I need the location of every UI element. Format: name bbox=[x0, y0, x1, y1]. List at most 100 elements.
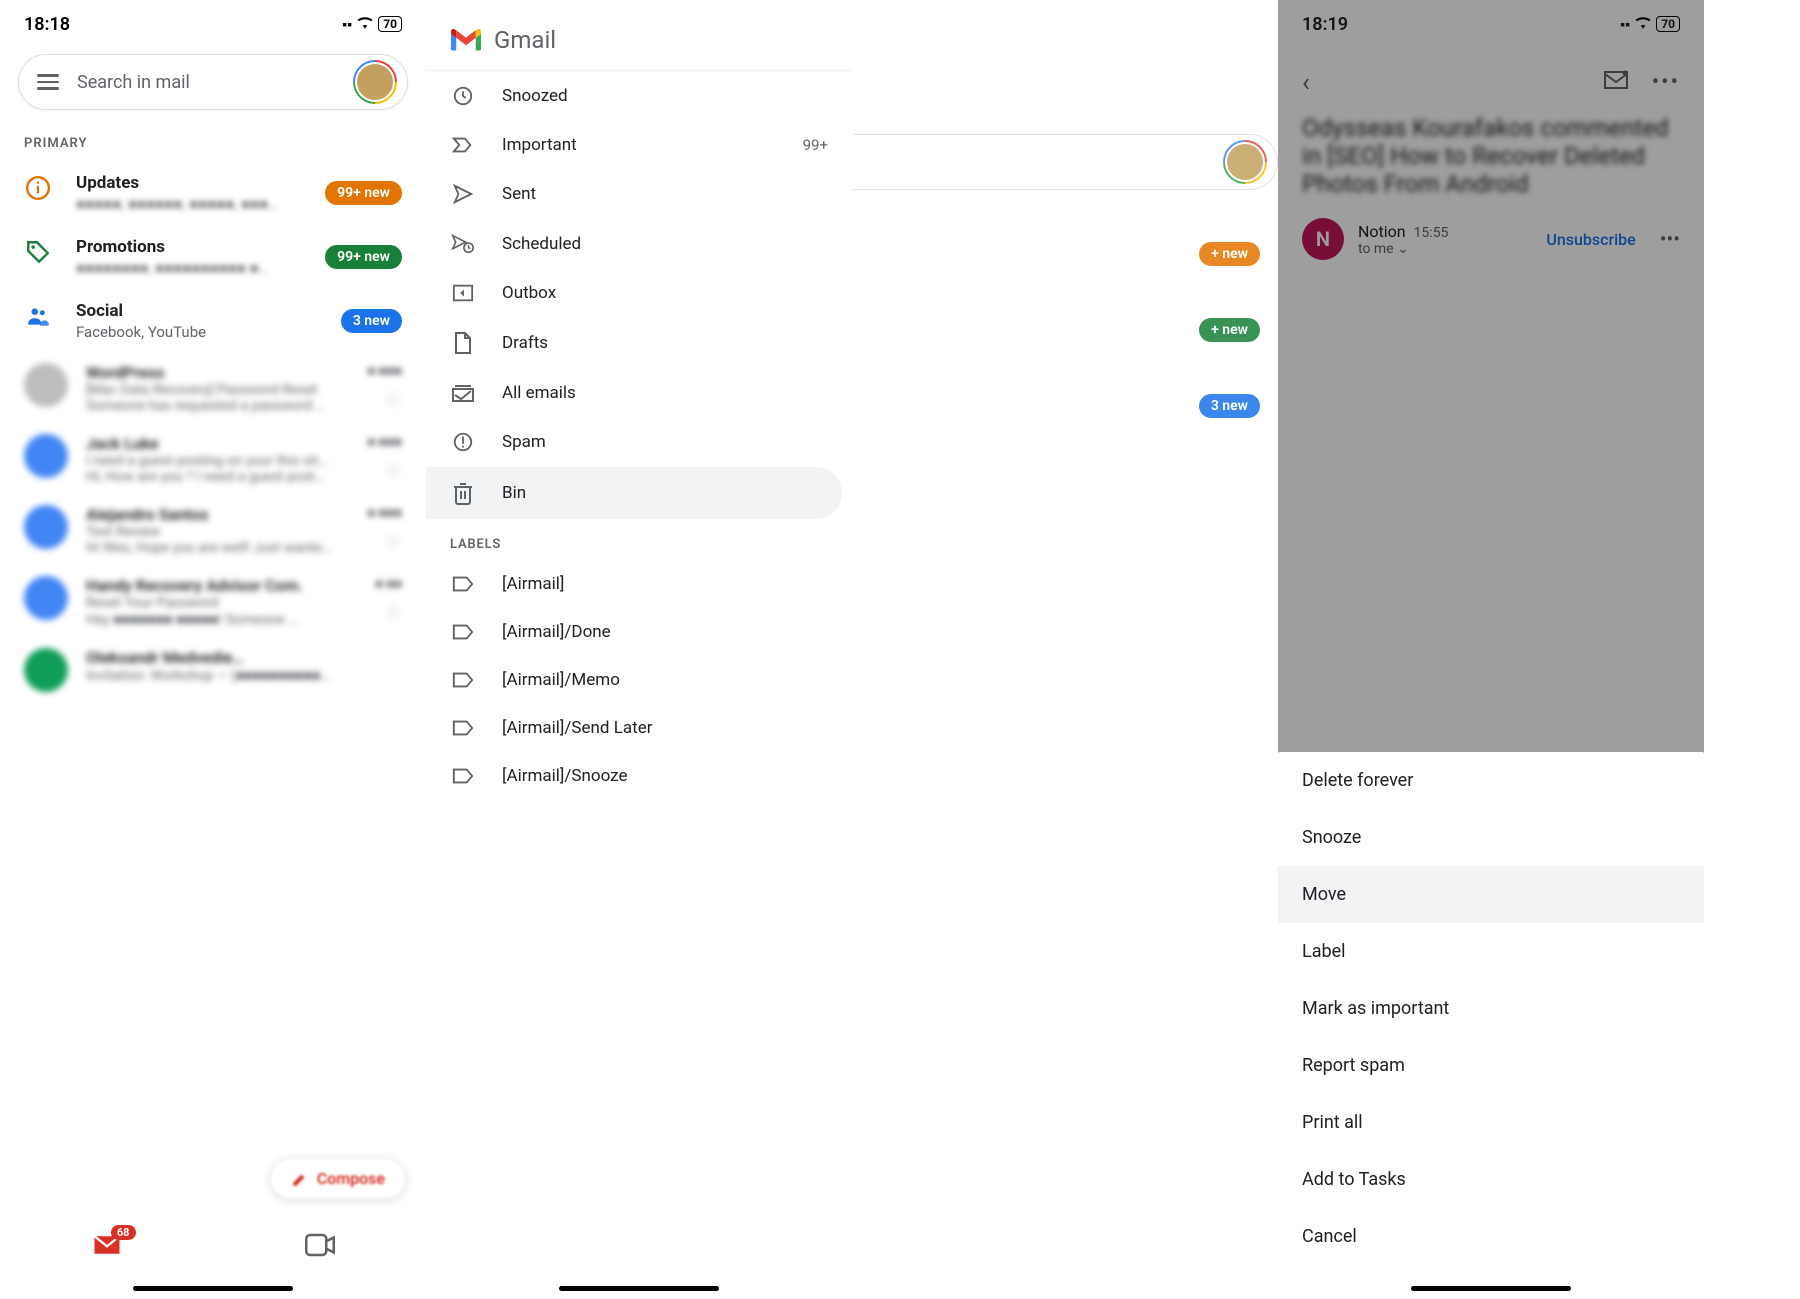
label-icon bbox=[450, 575, 476, 593]
search-bar-partial[interactable] bbox=[852, 134, 1278, 190]
sheet-cancel[interactable]: Cancel bbox=[1278, 1208, 1704, 1265]
drawer-label-text: [Airmail]/Snooze bbox=[502, 766, 628, 786]
drawer-label-text: [Airmail]/Send Later bbox=[502, 718, 652, 738]
schedule-icon bbox=[450, 233, 476, 255]
people-icon bbox=[24, 303, 52, 329]
category-sub: ■■■■■, ■■■■■■, ■■■■■, ■■■… bbox=[76, 195, 301, 213]
mail-count-badge: 68 bbox=[111, 1225, 136, 1240]
badge-updates: 99+ new bbox=[325, 181, 402, 205]
pencil-icon bbox=[291, 1170, 309, 1188]
home-indicator bbox=[559, 1286, 719, 1291]
home-indicator bbox=[133, 1286, 293, 1291]
send-icon bbox=[450, 183, 476, 205]
nav-mail[interactable]: 68 bbox=[92, 1233, 122, 1261]
sheet-move[interactable]: Move bbox=[1278, 866, 1704, 923]
gmail-icon bbox=[448, 26, 484, 54]
sheet-label[interactable]: Label bbox=[1278, 923, 1704, 980]
drawer-label[interactable]: [Airmail]/Done bbox=[426, 608, 852, 656]
sheet-snooze[interactable]: Snooze bbox=[1278, 809, 1704, 866]
category-sub: Facebook, YouTube bbox=[76, 323, 317, 341]
drawer-label[interactable]: [Airmail]/Snooze bbox=[426, 752, 852, 800]
drawer-item-label: Spam bbox=[502, 432, 546, 452]
important-icon bbox=[450, 136, 476, 154]
account-avatar[interactable] bbox=[353, 60, 397, 104]
drawer-item-sent[interactable]: Sent bbox=[426, 169, 852, 219]
home-indicator bbox=[1411, 1286, 1571, 1291]
bottom-nav: 68 bbox=[0, 1225, 426, 1269]
sheet-print-all[interactable]: Print all bbox=[1278, 1094, 1704, 1151]
drawer-label-text: [Airmail]/Memo bbox=[502, 670, 620, 690]
category-updates[interactable]: Updates ■■■■■, ■■■■■■, ■■■■■, ■■■… 99+ n… bbox=[0, 161, 426, 225]
account-avatar[interactable] bbox=[1223, 140, 1267, 184]
drawer-item-label: Drafts bbox=[502, 333, 548, 353]
sheet-report-spam[interactable]: Report spam bbox=[1278, 1037, 1704, 1094]
email-row[interactable]: Jack LukeI need a guest posting on your … bbox=[0, 424, 426, 495]
category-social[interactable]: Social Facebook, YouTube 3 new bbox=[0, 289, 426, 353]
compose-button[interactable]: Compose bbox=[270, 1158, 406, 1199]
drawer-label[interactable]: [Airmail] bbox=[426, 560, 852, 608]
drawer-label[interactable]: [Airmail]/Memo bbox=[426, 656, 852, 704]
drawer-item-important[interactable]: Important 99+ bbox=[426, 121, 852, 169]
email-row[interactable]: Oleksandr Medvedie…Invitation: Workshop … bbox=[0, 638, 426, 702]
sheet-delete-forever[interactable]: Delete forever bbox=[1278, 752, 1704, 809]
drawer-label-text: [Airmail]/Done bbox=[502, 622, 611, 642]
wifi-icon bbox=[356, 15, 374, 33]
status-time: 18:18 bbox=[24, 14, 70, 35]
tag-icon bbox=[24, 239, 52, 265]
badge-partial: + new bbox=[1199, 318, 1260, 342]
drawer-item-drafts[interactable]: Drafts bbox=[426, 317, 852, 369]
category-promotions[interactable]: Promotions ■■■■■■■■, ■■■■■■■■■■ ■… 99+ n… bbox=[0, 225, 426, 289]
battery-icon: 70 bbox=[378, 16, 402, 32]
category-title: Social bbox=[76, 301, 317, 321]
drawer-item-label: Outbox bbox=[502, 283, 556, 303]
outbox-icon bbox=[450, 283, 476, 303]
email-row[interactable]: WordPress[Mac Data Recovery] Password Re… bbox=[0, 353, 426, 424]
gmail-brand: Gmail bbox=[426, 0, 852, 71]
alert-icon bbox=[450, 431, 476, 453]
drawer-item-all-emails[interactable]: All emails bbox=[426, 369, 852, 417]
category-title: Promotions bbox=[76, 237, 301, 257]
stack-icon bbox=[450, 383, 476, 403]
drawer-item-label: All emails bbox=[502, 383, 576, 403]
sheet-add-to-tasks[interactable]: Add to Tasks bbox=[1278, 1151, 1704, 1208]
drawer-label-text: [Airmail] bbox=[502, 574, 564, 594]
drawer-labels-header: LABELS bbox=[426, 519, 852, 560]
status-bar: 18:18 ▪▪ 70 bbox=[0, 0, 426, 48]
label-icon bbox=[450, 623, 476, 641]
email-row[interactable]: Handy Recovery Advisor Com.Reset Your Pa… bbox=[0, 566, 426, 638]
sheet-mark-as-important[interactable]: Mark as important bbox=[1278, 980, 1704, 1037]
label-icon bbox=[450, 671, 476, 689]
drawer-item-label: Scheduled bbox=[502, 234, 581, 254]
panel-drawer: Gmail Snoozed Important 99+ Sent Schedul… bbox=[426, 0, 852, 1299]
panel-email-view: 18:19 ▪▪ 70 ‹ ••• Odysseas Kourafakos co… bbox=[1278, 0, 1704, 1299]
drawer-item-label: Bin bbox=[502, 483, 526, 503]
drawer-label[interactable]: [Airmail]/Send Later bbox=[426, 704, 852, 752]
drawer-item-bin[interactable]: Bin bbox=[426, 467, 842, 519]
drawer-item-count: 99+ bbox=[803, 136, 828, 154]
search-input[interactable]: Search in mail bbox=[77, 72, 353, 93]
category-title: Updates bbox=[76, 173, 301, 193]
drawer-item-label: Snoozed bbox=[502, 86, 568, 106]
panel-inbox: 18:18 ▪▪ 70 Search in mail PRIMARY Updat… bbox=[0, 0, 426, 1299]
gmail-title: Gmail bbox=[494, 26, 556, 54]
panel-behind-drawer: + new + new 3 new 13 Sep ☆ 4 Sep ☆ 3 Sep… bbox=[852, 0, 1278, 1299]
info-icon bbox=[24, 175, 52, 201]
badge-social: 3 new bbox=[341, 309, 402, 333]
drawer-item-snoozed[interactable]: Snoozed bbox=[426, 71, 852, 121]
drawer-item-outbox[interactable]: Outbox bbox=[426, 269, 852, 317]
signal-icon: ▪▪ bbox=[342, 16, 352, 33]
email-row[interactable]: Alejandro SantosText ReviewHi Wes, Hope … bbox=[0, 495, 426, 566]
clock-icon bbox=[450, 85, 476, 107]
drawer-item-spam[interactable]: Spam bbox=[426, 417, 852, 467]
action-sheet: Delete foreverSnoozeMoveLabelMark as imp… bbox=[1278, 752, 1704, 1299]
status-icons: ▪▪ 70 bbox=[342, 15, 402, 33]
menu-icon[interactable] bbox=[37, 74, 59, 90]
drawer-item-label: Sent bbox=[502, 184, 536, 204]
search-bar[interactable]: Search in mail bbox=[18, 54, 408, 110]
label-icon bbox=[450, 719, 476, 737]
drawer-item-scheduled[interactable]: Scheduled bbox=[426, 219, 852, 269]
nav-video[interactable] bbox=[305, 1233, 335, 1261]
section-primary: PRIMARY bbox=[0, 122, 426, 161]
trash-icon bbox=[450, 481, 476, 505]
compose-label: Compose bbox=[317, 1169, 385, 1188]
